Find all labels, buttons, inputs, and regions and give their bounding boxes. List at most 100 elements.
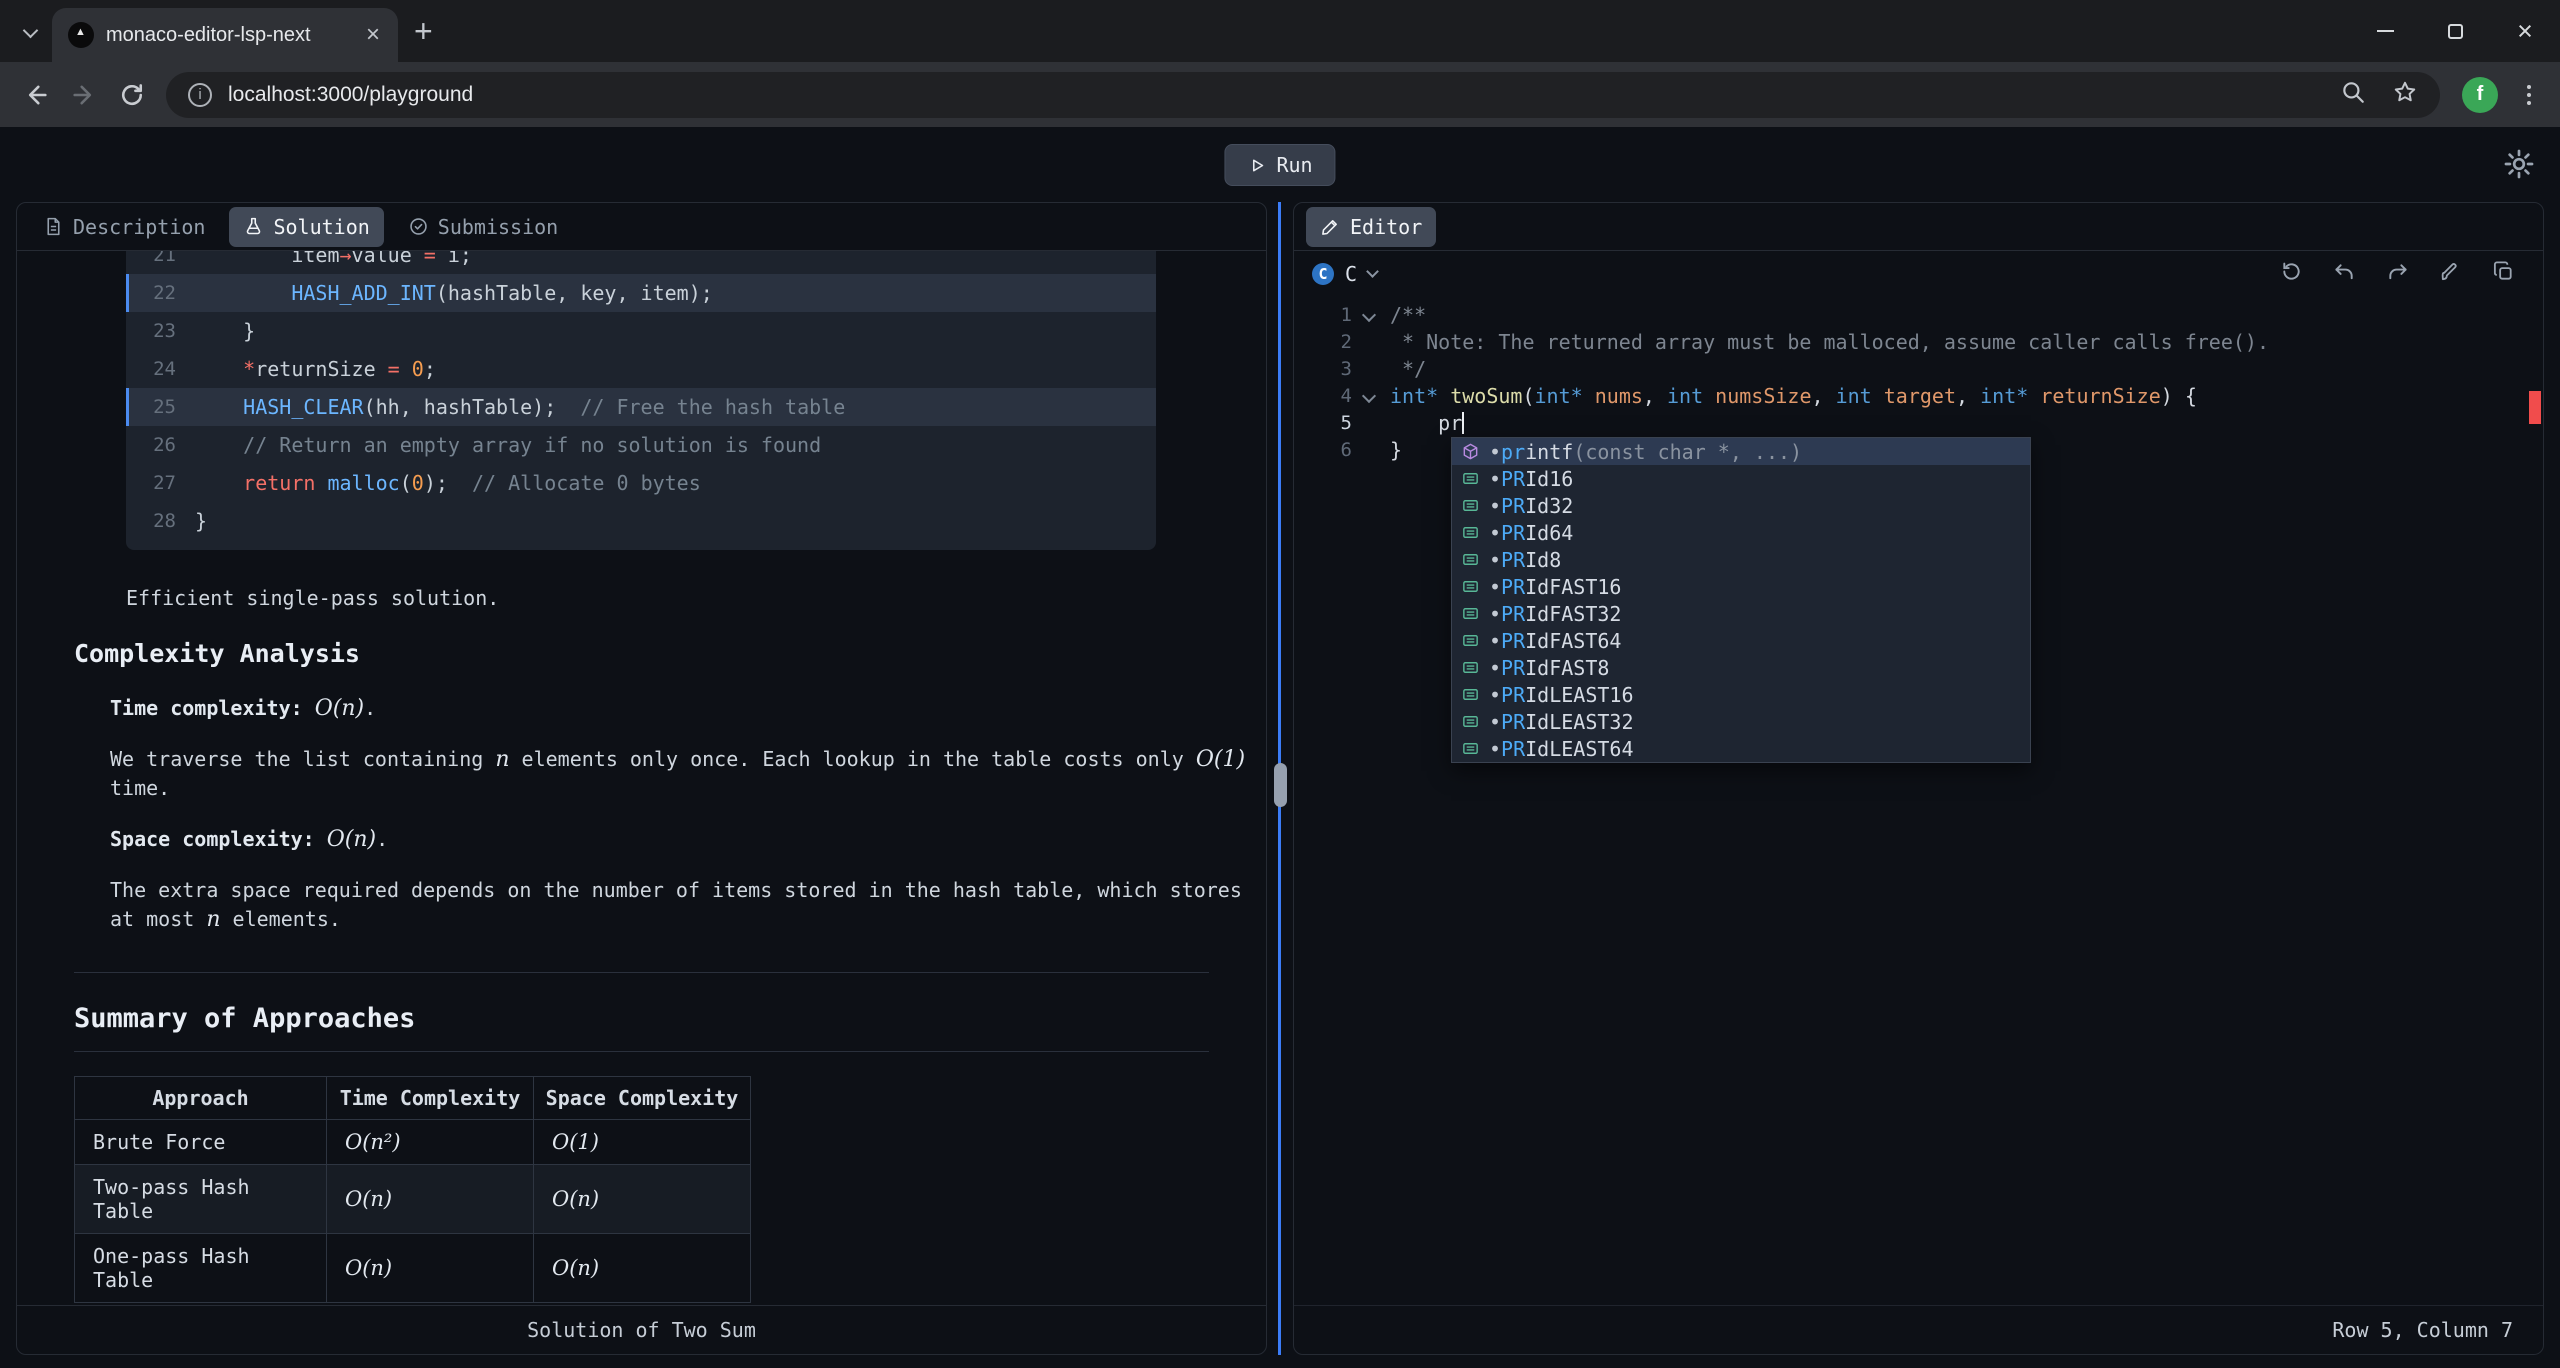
constant-icon — [1461, 631, 1480, 650]
fold-chevron-icon[interactable] — [1352, 383, 1386, 410]
fold-gutter — [1352, 410, 1386, 437]
paragraph: We traverse the list containing n elemen… — [110, 745, 1209, 803]
tab-submission[interactable]: Submission — [394, 207, 572, 247]
editor-line-5[interactable]: 5 pr — [1294, 410, 2543, 437]
suggestion-item[interactable]: •PRIdFAST16 — [1452, 573, 2030, 600]
editor-line-4[interactable]: 4int* twoSum(int* nums, int numsSize, in… — [1294, 383, 2543, 410]
code-line-24: 24 *returnSize = 0; — [126, 350, 1156, 388]
suggestion-label: •PRIdLEAST64 — [1489, 737, 1634, 761]
paragraph: The extra space required depends on the … — [110, 876, 1209, 934]
code-line-23: 23 } — [126, 312, 1156, 350]
constant-icon — [1461, 685, 1480, 704]
maximize-button[interactable] — [2420, 0, 2490, 62]
settings-gear-icon[interactable] — [2502, 147, 2538, 183]
suggestion-label: •PRId64 — [1489, 521, 1573, 545]
copy-icon[interactable] — [2492, 260, 2515, 287]
browser-toolbar: i localhost:3000/playground f — [0, 62, 2560, 127]
table-cell: Two-pass Hash Table — [75, 1165, 327, 1234]
tab-solution[interactable]: Solution — [229, 207, 383, 247]
horizontal-rule — [74, 972, 1209, 973]
code-line-27: 27 return malloc(0); // Allocate 0 bytes — [126, 464, 1156, 502]
suggestion-item[interactable]: •PRId64 — [1452, 519, 2030, 546]
playground-app: Run Description Solution Submission — [0, 127, 2560, 1368]
bookmark-star-icon[interactable] — [2392, 79, 2418, 110]
error-marker — [2529, 391, 2541, 424]
autocomplete-popup: •printf(const char *, ...)•PRId16•PRId32… — [1451, 437, 2031, 763]
cursor-position-text: Row 5, Column 7 — [2332, 1318, 2513, 1342]
solution-footer: Solution of Two Sum — [17, 1305, 1266, 1354]
undo-icon[interactable] — [2333, 260, 2356, 287]
table-cell: O(1) — [534, 1120, 751, 1165]
suggestion-label: •PRIdFAST16 — [1489, 575, 1621, 599]
tab-editor[interactable]: Editor — [1306, 207, 1436, 247]
file-icon — [43, 216, 64, 237]
reset-icon[interactable] — [2280, 260, 2303, 287]
table-row: Brute ForceO(n²)O(1) — [75, 1120, 751, 1165]
editor-line-2[interactable]: 2 * Note: The returned array must be mal… — [1294, 329, 2543, 356]
constant-icon — [1461, 523, 1480, 542]
section-heading: Complexity Analysis — [74, 639, 1209, 668]
chevron-down-icon[interactable] — [1366, 265, 1379, 278]
editor-line-3[interactable]: 3 */ — [1294, 356, 2543, 383]
suggestion-label: •PRId8 — [1489, 548, 1561, 572]
editor-line-1[interactable]: 1/** — [1294, 302, 2543, 329]
resize-grip[interactable] — [1274, 763, 1287, 807]
chevron-down-icon[interactable] — [14, 14, 48, 48]
redo-icon[interactable] — [2386, 260, 2409, 287]
suggestion-item[interactable]: •PRId32 — [1452, 492, 2030, 519]
browser-tab[interactable]: monaco-editor-lsp-next × — [52, 8, 398, 62]
table-cell: Brute Force — [75, 1120, 327, 1165]
run-button[interactable]: Run — [1224, 144, 1335, 186]
profile-avatar[interactable]: f — [2462, 77, 2498, 113]
table-cell: O(n²) — [327, 1120, 534, 1165]
browser-menu-icon[interactable] — [2512, 73, 2546, 117]
suggestion-item[interactable]: •PRIdLEAST32 — [1452, 708, 2030, 735]
suggestion-item[interactable]: •PRIdFAST64 — [1452, 627, 2030, 654]
zoom-icon[interactable] — [2340, 79, 2366, 110]
tab-close-icon[interactable]: × — [362, 21, 384, 49]
editor-panel: Editor C C 1/**2 * Note: The returned ar… — [1293, 202, 2544, 1355]
section-heading: Summary of Approaches — [74, 1003, 1209, 1052]
play-icon — [1247, 156, 1266, 175]
table-cell: One-pass Hash Table — [75, 1234, 327, 1303]
new-tab-button[interactable]: + — [414, 15, 433, 47]
fold-gutter — [1352, 437, 1386, 464]
suggestion-item[interactable]: •printf(const char *, ...) — [1452, 438, 2030, 465]
minimize-button[interactable] — [2350, 0, 2420, 62]
solution-panel: Description Solution Submission 21 item→… — [16, 202, 1267, 1355]
close-button[interactable]: × — [2490, 0, 2560, 62]
constant-icon — [1461, 469, 1480, 488]
suggestion-item[interactable]: •PRId16 — [1452, 465, 2030, 492]
fold-chevron-icon[interactable] — [1352, 302, 1386, 329]
site-info-icon[interactable]: i — [188, 83, 212, 107]
constant-icon — [1461, 496, 1480, 515]
format-icon[interactable] — [2439, 260, 2462, 287]
fold-gutter — [1352, 329, 1386, 356]
table-cell: O(n) — [534, 1234, 751, 1303]
forward-icon[interactable] — [62, 73, 106, 117]
suggestion-item[interactable]: •PRIdFAST32 — [1452, 600, 2030, 627]
suggestion-item[interactable]: •PRId8 — [1452, 546, 2030, 573]
language-select[interactable]: C — [1345, 262, 1357, 286]
suggestion-item[interactable]: •PRIdLEAST16 — [1452, 681, 2030, 708]
tab-favicon — [68, 22, 94, 48]
approaches-table: ApproachTime ComplexitySpace ComplexityB… — [74, 1076, 751, 1303]
suggestion-label: •printf(const char *, ...) — [1489, 440, 1802, 464]
paragraph: Time complexity: O(n). — [110, 694, 1209, 723]
method-icon — [1461, 442, 1480, 461]
tab-description[interactable]: Description — [29, 207, 219, 247]
constant-icon — [1461, 739, 1480, 758]
back-icon[interactable] — [14, 73, 58, 117]
suggestion-label: •PRIdFAST32 — [1489, 602, 1621, 626]
table-row: Two-pass Hash TableO(n)O(n) — [75, 1165, 751, 1234]
table-cell: O(n) — [327, 1234, 534, 1303]
suggestion-item[interactable]: •PRIdFAST8 — [1452, 654, 2030, 681]
address-bar[interactable]: i localhost:3000/playground — [166, 72, 2440, 118]
code-editor[interactable]: 1/**2 * Note: The returned array must be… — [1294, 296, 2543, 1305]
panel-resize-handle[interactable] — [1267, 202, 1293, 1355]
solution-code-block: 21 item→value = i;22 HASH_ADD_INT(hashTa… — [126, 251, 1156, 550]
reload-icon[interactable] — [110, 73, 154, 117]
suggestion-item[interactable]: •PRIdLEAST64 — [1452, 735, 2030, 762]
browser-window: monaco-editor-lsp-next × + × i localhost… — [0, 0, 2560, 127]
constant-icon — [1461, 658, 1480, 677]
